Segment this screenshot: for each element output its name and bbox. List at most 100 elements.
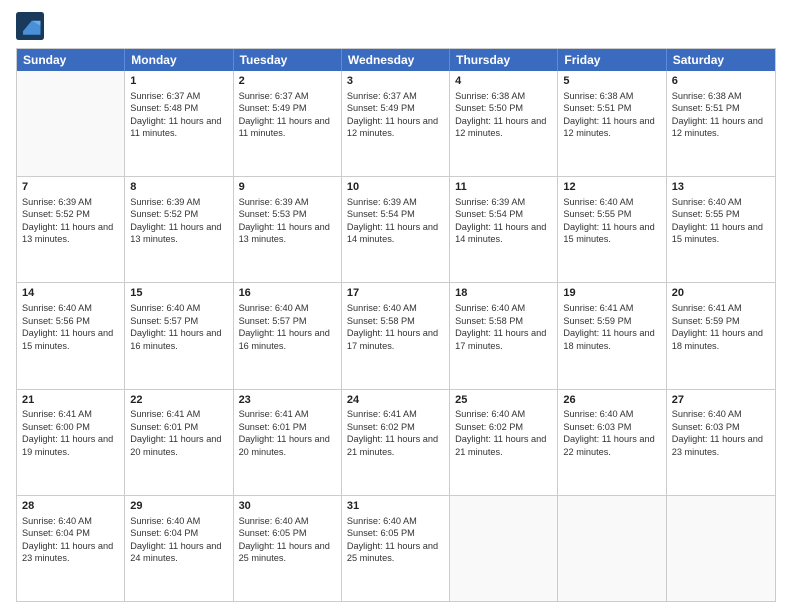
sunset-text: Sunset: 5:58 PM bbox=[347, 315, 444, 327]
daylight-text: Daylight: 11 hours and 14 minutes. bbox=[347, 221, 444, 246]
day-cell-26: 26Sunrise: 6:40 AMSunset: 6:03 PMDayligh… bbox=[558, 390, 666, 495]
week-row-0: 1Sunrise: 6:37 AMSunset: 5:48 PMDaylight… bbox=[17, 71, 775, 177]
day-number: 24 bbox=[347, 393, 444, 408]
sunrise-text: Sunrise: 6:37 AM bbox=[239, 90, 336, 102]
daylight-text: Daylight: 11 hours and 22 minutes. bbox=[563, 433, 660, 458]
day-cell-10: 10Sunrise: 6:39 AMSunset: 5:54 PMDayligh… bbox=[342, 177, 450, 282]
daylight-text: Daylight: 11 hours and 16 minutes. bbox=[239, 327, 336, 352]
sunrise-text: Sunrise: 6:40 AM bbox=[130, 302, 227, 314]
sunrise-text: Sunrise: 6:41 AM bbox=[672, 302, 770, 314]
sunrise-text: Sunrise: 6:41 AM bbox=[563, 302, 660, 314]
sunset-text: Sunset: 5:54 PM bbox=[347, 208, 444, 220]
header-day-saturday: Saturday bbox=[667, 49, 775, 71]
daylight-text: Daylight: 11 hours and 21 minutes. bbox=[347, 433, 444, 458]
sunset-text: Sunset: 5:50 PM bbox=[455, 102, 552, 114]
sunset-text: Sunset: 5:57 PM bbox=[130, 315, 227, 327]
daylight-text: Daylight: 11 hours and 17 minutes. bbox=[347, 327, 444, 352]
day-cell-27: 27Sunrise: 6:40 AMSunset: 6:03 PMDayligh… bbox=[667, 390, 775, 495]
day-cell-11: 11Sunrise: 6:39 AMSunset: 5:54 PMDayligh… bbox=[450, 177, 558, 282]
day-number: 28 bbox=[22, 499, 119, 514]
day-cell-12: 12Sunrise: 6:40 AMSunset: 5:55 PMDayligh… bbox=[558, 177, 666, 282]
sunrise-text: Sunrise: 6:40 AM bbox=[347, 515, 444, 527]
week-row-1: 7Sunrise: 6:39 AMSunset: 5:52 PMDaylight… bbox=[17, 177, 775, 283]
sunset-text: Sunset: 6:02 PM bbox=[347, 421, 444, 433]
day-number: 17 bbox=[347, 286, 444, 301]
sunset-text: Sunset: 5:57 PM bbox=[239, 315, 336, 327]
sunset-text: Sunset: 5:55 PM bbox=[672, 208, 770, 220]
day-cell-24: 24Sunrise: 6:41 AMSunset: 6:02 PMDayligh… bbox=[342, 390, 450, 495]
daylight-text: Daylight: 11 hours and 21 minutes. bbox=[455, 433, 552, 458]
sunrise-text: Sunrise: 6:40 AM bbox=[22, 515, 119, 527]
daylight-text: Daylight: 11 hours and 24 minutes. bbox=[130, 540, 227, 565]
sunrise-text: Sunrise: 6:39 AM bbox=[130, 196, 227, 208]
daylight-text: Daylight: 11 hours and 25 minutes. bbox=[347, 540, 444, 565]
header-day-thursday: Thursday bbox=[450, 49, 558, 71]
sunrise-text: Sunrise: 6:40 AM bbox=[130, 515, 227, 527]
day-number: 18 bbox=[455, 286, 552, 301]
day-cell-9: 9Sunrise: 6:39 AMSunset: 5:53 PMDaylight… bbox=[234, 177, 342, 282]
sunset-text: Sunset: 5:51 PM bbox=[672, 102, 770, 114]
day-number: 25 bbox=[455, 393, 552, 408]
sunrise-text: Sunrise: 6:40 AM bbox=[563, 408, 660, 420]
daylight-text: Daylight: 11 hours and 14 minutes. bbox=[455, 221, 552, 246]
day-cell-23: 23Sunrise: 6:41 AMSunset: 6:01 PMDayligh… bbox=[234, 390, 342, 495]
daylight-text: Daylight: 11 hours and 20 minutes. bbox=[130, 433, 227, 458]
sunset-text: Sunset: 5:55 PM bbox=[563, 208, 660, 220]
daylight-text: Daylight: 11 hours and 15 minutes. bbox=[563, 221, 660, 246]
sunset-text: Sunset: 5:49 PM bbox=[347, 102, 444, 114]
sunrise-text: Sunrise: 6:40 AM bbox=[239, 515, 336, 527]
day-number: 21 bbox=[22, 393, 119, 408]
day-cell-20: 20Sunrise: 6:41 AMSunset: 5:59 PMDayligh… bbox=[667, 283, 775, 388]
header-day-friday: Friday bbox=[558, 49, 666, 71]
header-day-monday: Monday bbox=[125, 49, 233, 71]
sunrise-text: Sunrise: 6:39 AM bbox=[239, 196, 336, 208]
day-number: 23 bbox=[239, 393, 336, 408]
day-number: 26 bbox=[563, 393, 660, 408]
day-number: 7 bbox=[22, 180, 119, 195]
empty-cell-4-6 bbox=[667, 496, 775, 601]
calendar-body: 1Sunrise: 6:37 AMSunset: 5:48 PMDaylight… bbox=[17, 71, 775, 601]
sunset-text: Sunset: 5:59 PM bbox=[672, 315, 770, 327]
daylight-text: Daylight: 11 hours and 15 minutes. bbox=[22, 327, 119, 352]
sunset-text: Sunset: 6:00 PM bbox=[22, 421, 119, 433]
daylight-text: Daylight: 11 hours and 15 minutes. bbox=[672, 221, 770, 246]
day-cell-22: 22Sunrise: 6:41 AMSunset: 6:01 PMDayligh… bbox=[125, 390, 233, 495]
sunset-text: Sunset: 5:58 PM bbox=[455, 315, 552, 327]
day-cell-25: 25Sunrise: 6:40 AMSunset: 6:02 PMDayligh… bbox=[450, 390, 558, 495]
day-cell-30: 30Sunrise: 6:40 AMSunset: 6:05 PMDayligh… bbox=[234, 496, 342, 601]
day-cell-3: 3Sunrise: 6:37 AMSunset: 5:49 PMDaylight… bbox=[342, 71, 450, 176]
day-number: 20 bbox=[672, 286, 770, 301]
empty-cell-0-0 bbox=[17, 71, 125, 176]
header-day-wednesday: Wednesday bbox=[342, 49, 450, 71]
sunset-text: Sunset: 6:03 PM bbox=[563, 421, 660, 433]
sunrise-text: Sunrise: 6:38 AM bbox=[672, 90, 770, 102]
sunrise-text: Sunrise: 6:39 AM bbox=[347, 196, 444, 208]
sunrise-text: Sunrise: 6:39 AM bbox=[455, 196, 552, 208]
day-number: 2 bbox=[239, 74, 336, 89]
sunrise-text: Sunrise: 6:37 AM bbox=[130, 90, 227, 102]
day-number: 27 bbox=[672, 393, 770, 408]
sunrise-text: Sunrise: 6:41 AM bbox=[22, 408, 119, 420]
sunset-text: Sunset: 6:05 PM bbox=[347, 527, 444, 539]
day-cell-8: 8Sunrise: 6:39 AMSunset: 5:52 PMDaylight… bbox=[125, 177, 233, 282]
day-cell-16: 16Sunrise: 6:40 AMSunset: 5:57 PMDayligh… bbox=[234, 283, 342, 388]
daylight-text: Daylight: 11 hours and 25 minutes. bbox=[239, 540, 336, 565]
daylight-text: Daylight: 11 hours and 12 minutes. bbox=[455, 115, 552, 140]
sunset-text: Sunset: 5:48 PM bbox=[130, 102, 227, 114]
day-cell-13: 13Sunrise: 6:40 AMSunset: 5:55 PMDayligh… bbox=[667, 177, 775, 282]
day-cell-2: 2Sunrise: 6:37 AMSunset: 5:49 PMDaylight… bbox=[234, 71, 342, 176]
sunset-text: Sunset: 6:03 PM bbox=[672, 421, 770, 433]
sunrise-text: Sunrise: 6:40 AM bbox=[239, 302, 336, 314]
calendar-header: SundayMondayTuesdayWednesdayThursdayFrid… bbox=[17, 49, 775, 71]
day-number: 6 bbox=[672, 74, 770, 89]
sunset-text: Sunset: 5:59 PM bbox=[563, 315, 660, 327]
sunrise-text: Sunrise: 6:40 AM bbox=[347, 302, 444, 314]
day-number: 16 bbox=[239, 286, 336, 301]
sunset-text: Sunset: 5:54 PM bbox=[455, 208, 552, 220]
day-cell-31: 31Sunrise: 6:40 AMSunset: 6:05 PMDayligh… bbox=[342, 496, 450, 601]
header-day-tuesday: Tuesday bbox=[234, 49, 342, 71]
empty-cell-4-5 bbox=[558, 496, 666, 601]
day-number: 4 bbox=[455, 74, 552, 89]
day-number: 3 bbox=[347, 74, 444, 89]
sunset-text: Sunset: 5:51 PM bbox=[563, 102, 660, 114]
